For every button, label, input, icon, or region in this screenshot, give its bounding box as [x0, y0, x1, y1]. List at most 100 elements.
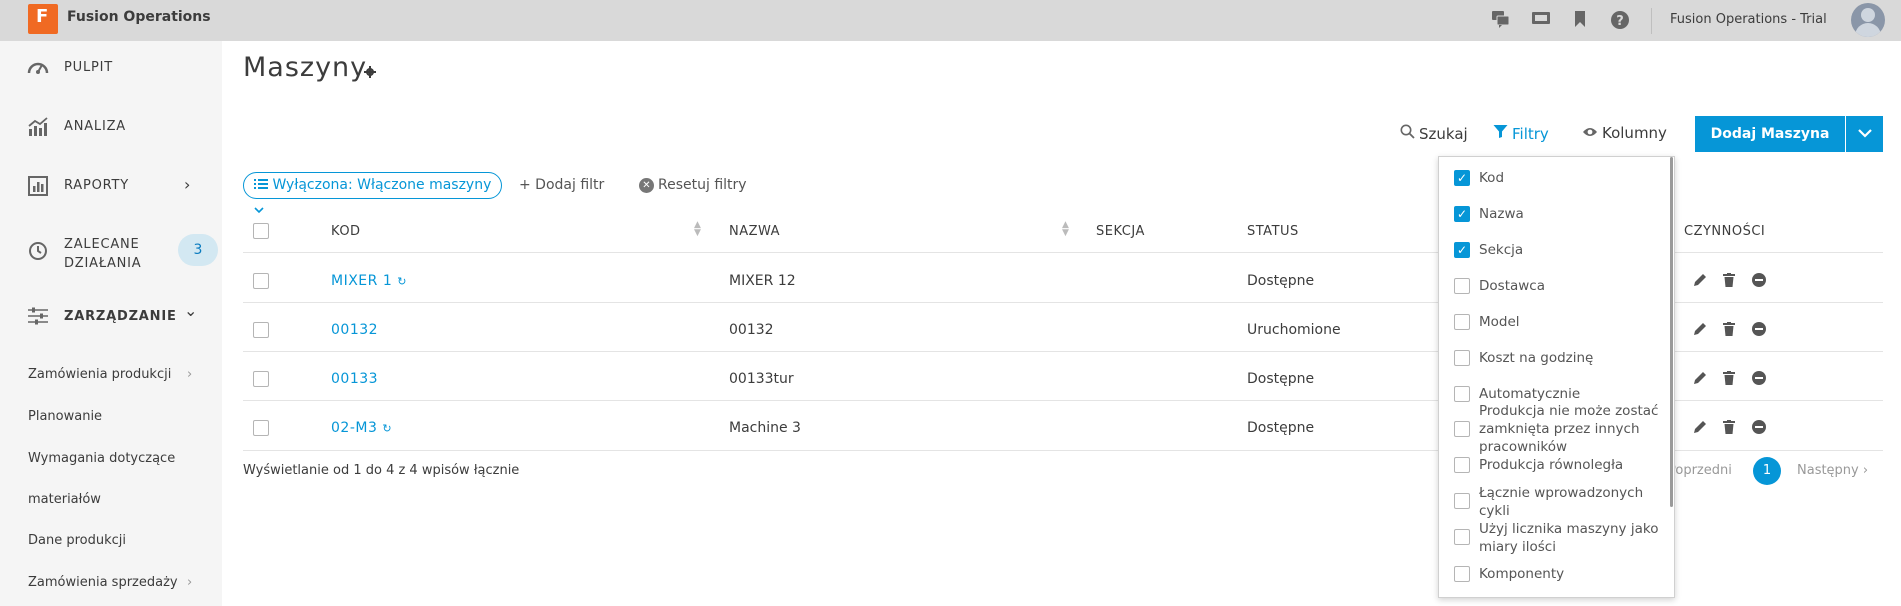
- sidebar-item-analiza[interactable]: ANALIZA: [0, 107, 222, 147]
- help-icon[interactable]: ?: [1609, 10, 1631, 32]
- history-icon: [27, 241, 49, 261]
- chevron-right-icon: ›: [184, 175, 191, 194]
- chevron-down-icon: [254, 202, 264, 218]
- reset-filters-button[interactable]: ✕ Resetuj filtry: [639, 177, 747, 193]
- checkbox-checked[interactable]: ✓: [1454, 170, 1470, 186]
- column-header-kod[interactable]: KOD: [331, 224, 361, 239]
- delete-icon[interactable]: [1723, 273, 1735, 291]
- column-header-status[interactable]: STATUS: [1247, 224, 1299, 239]
- dashboard-icon: [27, 58, 49, 78]
- disable-icon[interactable]: [1752, 420, 1766, 438]
- gear-icon[interactable]: [364, 66, 376, 81]
- edit-icon[interactable]: [1693, 371, 1707, 389]
- trial-label: Fusion Operations - Trial: [1670, 12, 1827, 27]
- delete-icon[interactable]: [1723, 371, 1735, 389]
- chevron-right-icon: ›: [187, 575, 193, 590]
- sidebar-subitem-planowanie[interactable]: Planowanie: [28, 409, 102, 424]
- filters-button[interactable]: Filtry: [1493, 124, 1549, 143]
- avatar[interactable]: [1851, 3, 1885, 37]
- columns-button[interactable]: Kolumny: [1582, 124, 1667, 142]
- table-row-kod-link[interactable]: 02-M3 ↻: [331, 420, 392, 436]
- checkbox[interactable]: [1454, 529, 1470, 545]
- disable-icon[interactable]: [1752, 273, 1766, 291]
- checkbox[interactable]: [1454, 421, 1470, 437]
- chevron-down-icon: ⌄: [184, 301, 198, 320]
- checkbox[interactable]: [1454, 566, 1470, 582]
- checkbox[interactable]: [1454, 278, 1470, 294]
- reset-filters-label: Resetuj filtry: [658, 177, 747, 193]
- columns-dropdown: ✓ Kod ✓ Nazwa ✓ Sekcja Dostawca Model Koszt…: [1438, 156, 1675, 598]
- eye-icon: [1582, 124, 1598, 142]
- checkbox-checked[interactable]: ✓: [1454, 242, 1470, 258]
- disable-icon[interactable]: [1752, 322, 1766, 340]
- sidebar-item-zalecane-dzialania[interactable]: ZALECANE DZIAŁANIA 3: [0, 231, 222, 271]
- table-row-kod-link[interactable]: 00133: [331, 371, 378, 387]
- pagination-prev[interactable]: Poprzedni: [1668, 463, 1732, 478]
- chevron-down-icon: [1857, 126, 1872, 142]
- pagination-next[interactable]: Następny ›: [1797, 463, 1868, 478]
- search-label: Szukaj: [1419, 125, 1468, 143]
- search-icon: [1400, 124, 1415, 143]
- delete-icon[interactable]: [1723, 322, 1735, 340]
- checkbox[interactable]: [1454, 386, 1470, 402]
- table-row-nazwa: Machine 3: [729, 420, 801, 436]
- delete-icon[interactable]: [1723, 420, 1735, 438]
- dropdown-scrollbar[interactable]: [1670, 157, 1673, 507]
- table-row-kod-link[interactable]: 00132: [331, 322, 378, 338]
- sidebar-item-pulpit[interactable]: PULPIT: [0, 48, 222, 88]
- sync-icon: ↻: [397, 275, 407, 288]
- table-row-status: Dostępne: [1247, 420, 1315, 436]
- edit-icon[interactable]: [1693, 322, 1707, 340]
- sidebar-subitem-wymagania[interactable]: Wymagania dotyczące: [28, 451, 175, 466]
- checkbox-checked[interactable]: ✓: [1454, 206, 1470, 222]
- sidebar-item-label: ZALECANE DZIAŁANIA: [64, 237, 142, 271]
- settings-sliders-icon: [27, 307, 49, 327]
- table-row-nazwa: 00133tur: [729, 371, 794, 387]
- list-icon: [254, 177, 268, 193]
- disable-icon[interactable]: [1752, 371, 1766, 389]
- app-title: Fusion Operations: [67, 9, 211, 25]
- checkbox[interactable]: [1454, 350, 1470, 366]
- bookmark-icon[interactable]: [1569, 10, 1591, 32]
- active-filter-chip[interactable]: Wyłączona: Włączone maszyny: [243, 172, 502, 214]
- sidebar-subitem-dane-produkcji[interactable]: Dane produkcji: [28, 533, 126, 548]
- add-machine-button[interactable]: Dodaj Maszyna: [1695, 116, 1845, 152]
- chat-icon[interactable]: [1490, 10, 1512, 32]
- table-row-status: Uruchomione: [1247, 322, 1341, 338]
- sort-icon[interactable]: ▲ ▼: [694, 221, 701, 238]
- sidebar-subitem-zamowienia-produkcji[interactable]: Zamówienia produkcji: [28, 367, 171, 382]
- app-logo[interactable]: F: [28, 4, 58, 34]
- row-checkbox[interactable]: [253, 420, 269, 436]
- row-checkbox[interactable]: [253, 371, 269, 387]
- row-checkbox[interactable]: [253, 322, 269, 338]
- column-header-sekcja[interactable]: SEKCJA: [1096, 224, 1145, 239]
- sidebar-subitem-wymagania-line2[interactable]: materiałów: [28, 492, 101, 507]
- sort-icon[interactable]: ▲ ▼: [1062, 221, 1069, 238]
- checkbox[interactable]: [1454, 314, 1470, 330]
- edit-icon[interactable]: [1693, 420, 1707, 438]
- sidebar-item-label: ZARZĄDZANIE: [64, 309, 177, 324]
- edit-icon[interactable]: [1693, 273, 1707, 291]
- screen-icon[interactable]: [1530, 10, 1552, 32]
- table-summary: Wyświetlanie od 1 do 4 z 4 wpisów łączni…: [243, 463, 520, 478]
- table-row-status: Dostępne: [1247, 273, 1315, 289]
- svg-text:?: ?: [1616, 14, 1624, 29]
- analytics-icon: [27, 117, 49, 137]
- checkbox[interactable]: [1454, 457, 1470, 473]
- row-checkbox[interactable]: [253, 273, 269, 289]
- sidebar-subitem-zamowienia-sprzedazy[interactable]: Zamówienia sprzedaży: [28, 575, 178, 590]
- sidebar-item-raporty[interactable]: RAPORTY ›: [0, 166, 222, 206]
- column-header-nazwa[interactable]: NAZWA: [729, 224, 780, 239]
- checkbox[interactable]: [1454, 493, 1470, 509]
- pagination-page-current[interactable]: 1: [1753, 457, 1781, 485]
- count-badge: 3: [178, 234, 218, 266]
- reports-icon: [27, 176, 49, 196]
- search-button[interactable]: Szukaj: [1400, 124, 1468, 143]
- filters-label: Filtry: [1512, 125, 1549, 143]
- table-row-kod-link[interactable]: MIXER 1 ↻: [331, 273, 407, 289]
- sidebar-item-zarzadzanie[interactable]: ZARZĄDZANIE ⌄: [0, 297, 222, 337]
- add-dropdown-toggle[interactable]: [1846, 116, 1883, 152]
- select-all-checkbox[interactable]: [253, 223, 269, 239]
- add-filter-button[interactable]: + Dodaj filtr: [519, 177, 604, 193]
- column-header-actions: CZYNNOŚCI: [1684, 224, 1766, 239]
